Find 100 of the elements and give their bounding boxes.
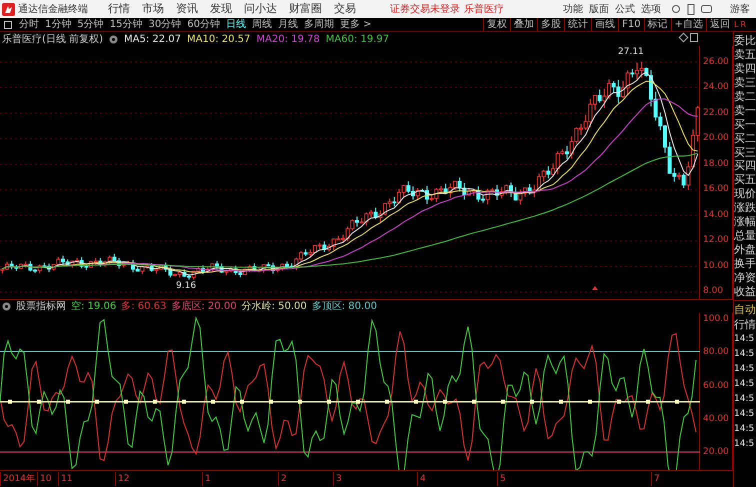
toolbar-button[interactable]: 返回 — [706, 18, 733, 31]
toolbar-button[interactable]: F10 — [618, 18, 644, 31]
user-label[interactable]: 游客 — [730, 2, 750, 16]
menu-item[interactable]: 功能 — [563, 2, 583, 16]
toolbar-button[interactable]: 画线 — [591, 18, 618, 31]
indicator-value: 空: 19.06 — [71, 300, 116, 314]
axis-label: 22.00 — [702, 106, 730, 119]
axis-label: 12.00 — [702, 234, 730, 246]
stock-name[interactable]: 乐普医疗 — [464, 2, 504, 16]
more-button[interactable]: 更多 > — [336, 17, 375, 32]
axis-label: 8.00 — [702, 284, 724, 297]
ma-value: MA20: 19.78 — [256, 32, 320, 46]
axis-label: 24.00 — [702, 81, 730, 94]
quote-label: 涨幅 — [734, 215, 756, 228]
menu-item[interactable]: 选项 — [641, 2, 661, 16]
date-label: 10 — [37, 472, 52, 486]
date-label: 3 — [333, 472, 342, 486]
period-tab[interactable]: 多周期 — [300, 17, 337, 32]
indicator-value: 多: 60.63 — [121, 300, 166, 314]
date-label: 12 — [115, 472, 130, 486]
panel-toggle-icon[interactable] — [4, 20, 12, 28]
date-label: 11 — [58, 472, 72, 486]
date-label: 2014年 — [0, 472, 35, 486]
mode-label: 自动 — [734, 303, 756, 317]
quote-label: 卖三 — [734, 76, 756, 89]
marker-icon — [592, 286, 598, 290]
ma-value: MA60: 19.97 — [326, 32, 390, 46]
axis-label: 60.00 — [702, 380, 730, 392]
price-annotation: 27.11 — [618, 46, 644, 59]
menu-item[interactable]: 财富圈 — [283, 0, 328, 18]
quote-label: 净资 — [734, 270, 756, 284]
chart-title: 乐普医疗(日线 前复权) — [2, 32, 103, 46]
quote-label: 卖四 — [734, 62, 756, 75]
indicator-value: 分水岭: 50.00 — [242, 300, 307, 314]
toolbar-button[interactable]: +自选 — [670, 18, 706, 31]
date-label: 2 — [278, 472, 287, 486]
indicator-value: 多顶区: 80.00 — [312, 300, 377, 314]
time-label: 14:5 — [734, 423, 756, 436]
settings-icon[interactable] — [108, 34, 118, 44]
toolbar-button[interactable]: 叠加 — [510, 18, 538, 31]
date-label: 1 — [202, 472, 211, 486]
axis-label: 20.00 — [702, 132, 730, 144]
time-label: 14:5 — [734, 378, 756, 391]
toolbar-button[interactable]: 多股 — [537, 18, 564, 31]
message-icon[interactable] — [701, 4, 712, 14]
period-tab[interactable]: 分时 — [16, 17, 42, 32]
menu-item[interactable]: 行情 — [102, 0, 136, 18]
period-tab[interactable]: 60分钟 — [184, 17, 223, 32]
period-tab[interactable]: 30分钟 — [145, 17, 184, 32]
toolbar-button[interactable]: 标记 — [644, 18, 671, 31]
corner-label: R — [740, 20, 746, 28]
period-tab[interactable]: 5分钟 — [74, 17, 107, 32]
ma-value: MA5: 22.07 — [124, 32, 181, 46]
time-label: 14:5 — [734, 408, 756, 421]
menu-item[interactable]: 问小达 — [238, 0, 283, 18]
quote-label: 买二 — [734, 132, 756, 145]
quote-label: 现价 — [734, 187, 756, 200]
axis-label: 18.00 — [702, 158, 730, 170]
section-label: 行情 — [734, 317, 756, 332]
time-label: 14:5 — [734, 438, 756, 451]
axis-label: 80.00 — [702, 346, 730, 358]
period-tab[interactable]: 日线 — [222, 17, 249, 32]
axis-label: 10.00 — [702, 260, 730, 272]
quote-label: 委比 — [734, 34, 756, 47]
toolbar-button[interactable]: 统计 — [564, 18, 592, 31]
menu-item[interactable]: 发现 — [204, 0, 238, 18]
period-tab[interactable]: 周线 — [248, 17, 275, 32]
refresh-icon[interactable] — [671, 4, 681, 14]
indicator-value: 多底区: 20.00 — [171, 300, 237, 314]
quote-label: 外盘 — [734, 243, 756, 256]
menu-item[interactable]: 资讯 — [170, 0, 204, 18]
quote-label: 买四 — [734, 159, 756, 172]
axis-label: 14.00 — [702, 208, 730, 221]
price-annotation: 9.16 — [176, 280, 196, 293]
toolbar-button[interactable]: 复权 — [483, 18, 510, 31]
period-tab[interactable]: 月线 — [274, 17, 301, 32]
quote-label: 买三 — [734, 146, 756, 158]
settings-icon[interactable] — [2, 302, 11, 311]
login-notice: 证券交易未登录 — [390, 2, 460, 16]
quote-label: 收益 — [734, 284, 756, 298]
axis-label: 20.00 — [702, 446, 730, 458]
window-icon[interactable] — [690, 33, 698, 42]
axis-label: 26.00 — [702, 56, 730, 68]
ma-value: MA10: 20.57 — [187, 32, 250, 46]
phone-icon[interactable] — [687, 4, 695, 14]
quote-label: 涨跌 — [734, 201, 756, 214]
period-tab[interactable]: 15分钟 — [106, 17, 146, 32]
quote-label: 卖五 — [734, 48, 756, 61]
menu-item[interactable]: 市场 — [136, 0, 170, 18]
menu-item[interactable]: 公式 — [615, 2, 635, 16]
corner-label: L — [734, 20, 738, 28]
quote-label: 换手 — [734, 257, 756, 270]
period-tab[interactable]: 1分钟 — [42, 17, 74, 32]
menu-item[interactable]: 版面 — [589, 2, 609, 16]
time-label: 14:5 — [734, 348, 756, 361]
time-label: 14:5 — [734, 363, 756, 376]
axis-label: 16.00 — [702, 183, 730, 196]
date-label: 7 — [651, 472, 660, 486]
menu-item[interactable]: 交易 — [328, 0, 362, 18]
app-title: 通达信金融终端 — [18, 2, 88, 16]
